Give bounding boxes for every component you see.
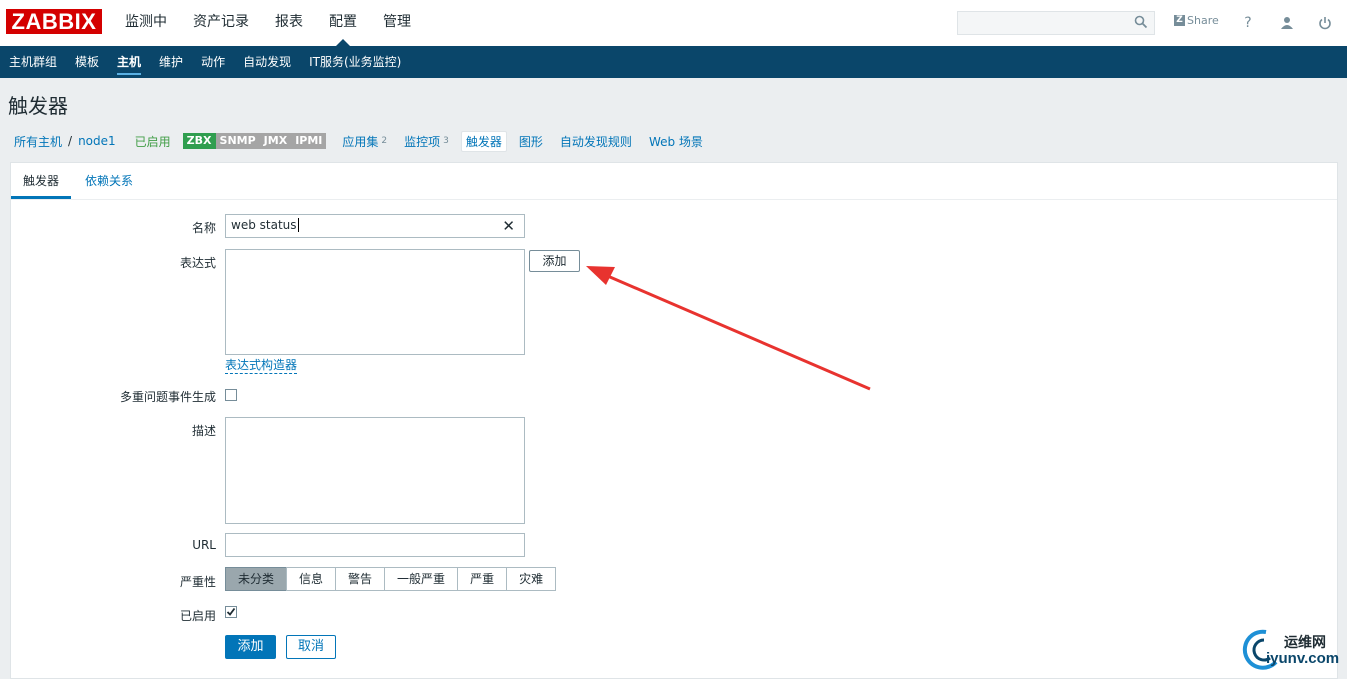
share-link[interactable]: Z Share xyxy=(1174,14,1219,27)
severity-selector: 未分类 信息 警告 一般严重 严重 灾难 xyxy=(225,567,557,591)
checkmark-icon xyxy=(226,607,236,616)
breadcrumb-triggers[interactable]: 触发器 xyxy=(460,130,507,152)
breadcrumb-all-hosts[interactable]: 所有主机 xyxy=(14,133,62,150)
watermark-cn: 运维网 xyxy=(1284,635,1326,651)
expression-builder-link[interactable]: 表达式构造器 xyxy=(225,356,298,374)
name-value: web status xyxy=(231,218,299,232)
severity-label: 严重性 xyxy=(179,575,216,589)
tag-jmx: JMX xyxy=(259,133,292,149)
multiple-events-checkbox[interactable] xyxy=(225,389,237,401)
main-nav-configuration[interactable]: 配置 xyxy=(316,0,370,46)
trigger-form-panel: 触发器 依赖关系 名称 web status ✕ 表达式 添加 表达式构造器 多… xyxy=(10,162,1338,679)
clear-icon[interactable]: ✕ xyxy=(502,217,515,235)
sub-nav-discovery[interactable]: 自动发现 xyxy=(234,46,300,78)
watermark: 运维网 iyunv.com xyxy=(1240,628,1344,674)
tab-trigger[interactable]: 触发器 xyxy=(11,163,72,199)
expression-label: 表达式 xyxy=(179,256,216,270)
search-icon[interactable] xyxy=(1134,15,1148,32)
add-expression-button[interactable]: 添加 xyxy=(529,250,580,272)
host-status-enabled[interactable]: 已启用 xyxy=(135,133,171,150)
sub-nav-it-services[interactable]: IT服务(业务监控) xyxy=(300,46,410,78)
breadcrumb-discovery-rules[interactable]: 自动发现规则 xyxy=(560,133,632,150)
top-bar: ZABBIX 监测中 资产记录 报表 配置 管理 Z Share ? xyxy=(0,0,1347,46)
breadcrumb-host[interactable]: node1 xyxy=(78,134,116,148)
main-nav-inventory[interactable]: 资产记录 xyxy=(180,0,262,46)
multiple-events-label: 多重问题事件生成 xyxy=(119,390,216,404)
sign-out-icon[interactable] xyxy=(1315,13,1335,33)
breadcrumb-items[interactable]: 监控项 3 xyxy=(404,133,449,150)
description-textarea[interactable] xyxy=(225,417,525,524)
severity-information[interactable]: 信息 xyxy=(286,567,337,591)
tag-snmp: SNMP xyxy=(215,133,260,149)
severity-warning[interactable]: 警告 xyxy=(335,567,386,591)
page-title: 触发器 xyxy=(8,94,68,118)
name-input[interactable]: web status ✕ xyxy=(225,214,525,238)
search-input[interactable] xyxy=(957,11,1155,35)
main-nav-monitoring[interactable]: 监测中 xyxy=(112,0,180,46)
sub-nav-host-groups[interactable]: 主机群组 xyxy=(0,46,66,78)
breadcrumb-separator: / xyxy=(68,134,73,148)
enabled-label: 已启用 xyxy=(179,609,216,623)
items-count: 3 xyxy=(443,136,449,146)
zabbix-share-icon: Z xyxy=(1174,15,1185,26)
main-nav: 监测中 资产记录 报表 配置 管理 xyxy=(112,0,424,46)
breadcrumb-graphs[interactable]: 图形 xyxy=(519,133,543,150)
applications-count: 2 xyxy=(381,136,388,146)
tag-ipmi: IPMI xyxy=(291,133,327,149)
tab-dependencies[interactable]: 依赖关系 xyxy=(73,163,145,199)
name-label: 名称 xyxy=(191,221,216,235)
severity-high[interactable]: 严重 xyxy=(457,567,508,591)
url-input[interactable] xyxy=(225,533,525,557)
breadcrumb-web-scenarios[interactable]: Web 场景 xyxy=(649,133,703,150)
tag-zbx: ZBX xyxy=(182,133,216,149)
sub-nav-maintenance[interactable]: 维护 xyxy=(150,46,192,78)
help-icon[interactable]: ? xyxy=(1238,13,1258,33)
form-tabs: 触发器 依赖关系 xyxy=(11,163,1337,200)
severity-not-classified[interactable]: 未分类 xyxy=(225,567,288,591)
description-label: 描述 xyxy=(191,424,216,438)
url-label: URL xyxy=(192,538,216,552)
severity-disaster[interactable]: 灾难 xyxy=(506,567,557,591)
severity-average[interactable]: 一般严重 xyxy=(384,567,459,591)
sub-nav-actions[interactable]: 动作 xyxy=(192,46,234,78)
user-profile-icon[interactable] xyxy=(1277,13,1297,33)
watermark-en: iyunv.com xyxy=(1266,650,1340,667)
items-label: 监控项 xyxy=(404,134,441,149)
breadcrumb: 所有主机 / node1 已启用 ZBX SNMP JMX IPMI 应用集 2 … xyxy=(14,130,720,152)
main-nav-administration[interactable]: 管理 xyxy=(370,0,424,46)
availability-tags: ZBX SNMP JMX IPMI xyxy=(182,133,327,149)
breadcrumb-applications[interactable]: 应用集 2 xyxy=(342,133,387,150)
sub-nav: 主机群组 模板 主机 维护 动作 自动发现 IT服务(业务监控) xyxy=(0,46,1347,78)
expression-textarea[interactable] xyxy=(225,249,525,355)
enabled-checkbox[interactable] xyxy=(225,606,237,618)
sub-nav-hosts[interactable]: 主机 xyxy=(108,46,150,78)
share-label: Share xyxy=(1187,14,1219,27)
submit-add-button[interactable]: 添加 xyxy=(225,635,276,659)
applications-label: 应用集 xyxy=(342,134,379,149)
main-nav-reports[interactable]: 报表 xyxy=(262,0,316,46)
sub-nav-templates[interactable]: 模板 xyxy=(66,46,108,78)
zabbix-logo[interactable]: ZABBIX xyxy=(6,9,102,34)
cancel-button[interactable]: 取消 xyxy=(286,635,336,659)
